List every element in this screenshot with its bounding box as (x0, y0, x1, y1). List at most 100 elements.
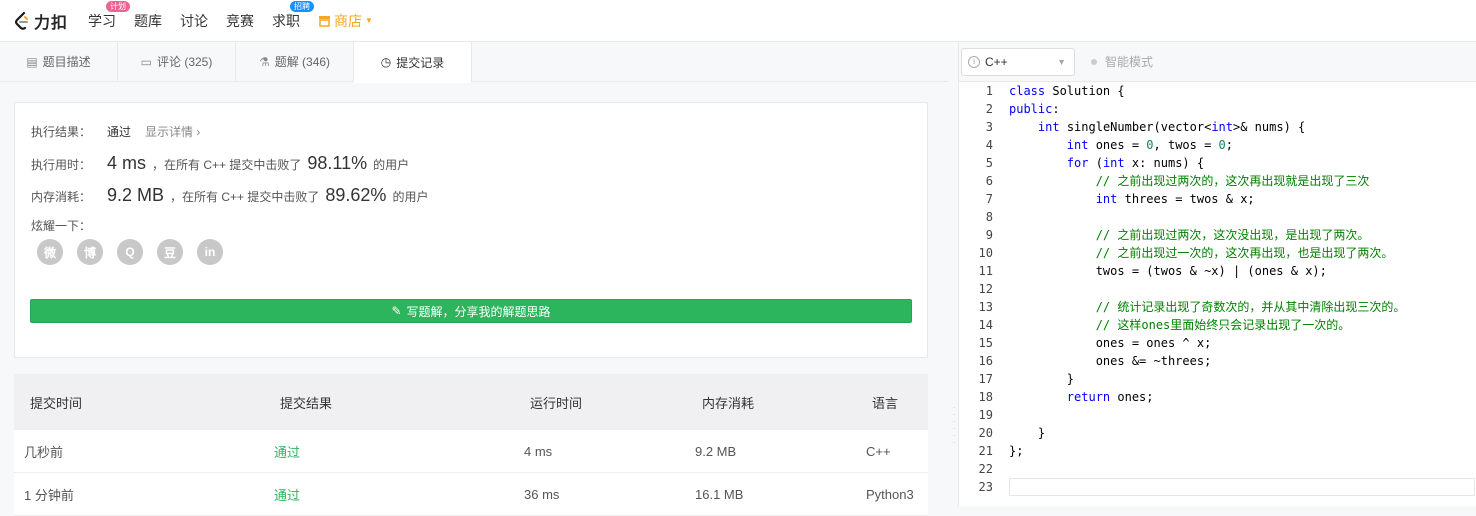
nav-learn-label: 学习 (88, 12, 117, 29)
code-line: 22 (978, 462, 993, 476)
status-row: 执行结果： 通过 显示详情 › (31, 123, 200, 140)
info-icon: i (968, 55, 980, 68)
problem-panel: ▤ 题目描述 ▭ 评论 (325) ⚗ 题解 (346) ◷ 提交记录 执行结果： 通过… (0, 42, 948, 516)
nav-contest[interactable]: 竞赛 (226, 11, 254, 31)
logo-text: 力扣 (34, 14, 69, 32)
code-line: 20 } (978, 426, 1046, 440)
pencil-icon: ✎ (391, 304, 402, 318)
memory-suffix: 的用户 (392, 190, 429, 204)
table-row[interactable]: 几秒前 通过 4 ms 9.2 MB C++ (14, 430, 928, 473)
cell-runtime: 36 ms (524, 486, 560, 502)
memory-value: 9.2 MB (107, 185, 165, 205)
write-solution-button[interactable]: ✎ 写题解，分享我的解题思路 (30, 299, 912, 323)
code-editor-panel: i C++ ▼ 智能模式 1 class Solution { 2 public: … (958, 42, 1476, 506)
cell-runtime: 4 ms (524, 443, 553, 459)
clock-icon: ◷ (380, 55, 392, 69)
nav-learn[interactable]: 学习 计划 (88, 0, 131, 31)
nav-discuss[interactable]: 讨论 (180, 11, 208, 31)
table-header: 提交时间 提交结果 运行时间 内存消耗 语言 (14, 374, 928, 430)
submissions-table: 提交时间 提交结果 运行时间 内存消耗 语言 几秒前 通过 4 ms 9.2 M… (14, 374, 928, 516)
code-line: 2 public: (985, 102, 1060, 116)
cell-result-link[interactable]: 通过 (274, 442, 300, 461)
linkedin-icon[interactable]: in (197, 239, 223, 265)
table-row[interactable]: 1 分钟前 通过 36 ms 16.1 MB Python3 (14, 473, 928, 516)
nav-problems[interactable]: 题库 (134, 11, 162, 31)
code-line: 13 // 统计记录出现了奇数次的，并从其中清除出现三次的。 (978, 300, 1406, 314)
code-line: 10 // 之前出现过一次的，这次再出现，也是出现了两次。 (978, 246, 1394, 260)
tab-solutions[interactable]: ⚗ 题解 (346) (236, 42, 354, 81)
share-row: 炫耀一下： (31, 217, 91, 234)
language-select[interactable]: i C++ ▼ (961, 47, 1075, 76)
panel-resize-handle[interactable]: · · · · · · (952, 404, 956, 448)
header-language: 语言 (872, 395, 899, 411)
douban-icon[interactable]: 豆 (157, 239, 183, 265)
smart-mode-label: 智能模式 (1105, 55, 1154, 69)
shop-icon (319, 15, 331, 27)
tab-description-label: 题目描述 (42, 55, 91, 69)
runtime-value: 4 ms (107, 153, 147, 173)
code-line: 1 class Solution { (985, 84, 1125, 98)
smart-mode-toggle[interactable]: 智能模式 (1091, 53, 1153, 70)
code-line: 19 (978, 408, 993, 422)
header-submit-result: 提交结果 (280, 395, 333, 411)
memory-percentile: 89.62% (325, 185, 387, 205)
nav-jobs[interactable]: 求职 招聘 (272, 0, 315, 31)
memory-row: 内存消耗： 9.2 MB ，在所有 C++ 提交中击败了 89.62% 的用户 (31, 185, 428, 206)
editor-toolbar: i C++ ▼ 智能模式 (959, 42, 1476, 82)
cell-language: Python3 (866, 486, 914, 502)
show-details-link[interactable]: 显示详情 › (145, 123, 200, 140)
comment-icon: ▭ (140, 54, 152, 69)
tab-comments[interactable]: ▭ 评论 (325) (118, 42, 236, 81)
status-value: 通过 (107, 125, 132, 139)
cell-language: C++ (866, 443, 891, 459)
logo[interactable]: 力扣 (14, 9, 68, 33)
share-label: 炫耀一下： (31, 219, 92, 233)
code-line: 7 int threes = twos & x; (985, 192, 1255, 206)
runtime-compare-text: ，在所有 C++ 提交中击败了 (152, 158, 302, 172)
qq-icon[interactable]: Q (117, 239, 143, 265)
tab-solutions-label: 题解 (346) (274, 55, 331, 69)
code-line: 5 for (int x: nums) { (985, 156, 1205, 170)
tab-submissions[interactable]: ◷ 提交记录 (354, 42, 472, 83)
top-navbar: 力扣 学习 计划 题库 讨论 竞赛 求职 招聘 商店 ▼ (0, 0, 1476, 42)
code-line: 9 // 之前出现过两次，这次没出现，是出现了两次。 (985, 228, 1370, 242)
code-area[interactable]: 1 class Solution { 2 public: 3 int singleN… (959, 82, 1476, 496)
nav-shop-label: 商店 (334, 12, 363, 29)
runtime-suffix: 的用户 (373, 158, 410, 172)
cell-memory: 16.1 MB (695, 486, 744, 502)
nav-contest-label: 竞赛 (226, 12, 255, 29)
code-line: 16 ones &= ~threes; (978, 354, 1212, 368)
tab-submissions-label: 提交记录 (396, 55, 445, 70)
runtime-row: 执行用时： 4 ms ，在所有 C++ 提交中击败了 98.11% 的用户 (31, 153, 409, 174)
header-submit-time: 提交时间 (30, 395, 83, 411)
share-icons: 微 博 Q 豆 in (37, 239, 237, 265)
code-line: 4 int ones = 0, twos = 0; (985, 138, 1234, 152)
tab-description[interactable]: ▤ 题目描述 (0, 42, 118, 81)
cell-memory: 9.2 MB (695, 443, 737, 459)
caret-down-icon: ▼ (365, 16, 373, 25)
code-line: 17 } (978, 372, 1075, 386)
nav-problems-label: 题库 (134, 12, 163, 29)
runtime-percentile: 98.11% (307, 153, 368, 173)
nav-discuss-label: 讨论 (180, 12, 209, 29)
nav-badge-plan: 计划 (106, 0, 131, 12)
cell-result-link[interactable]: 通过 (274, 485, 300, 504)
memory-label: 内存消耗： (31, 190, 92, 204)
code-line: 15 ones = ones ^ x; (978, 336, 1212, 350)
code-line: 6 // 之前出现过两次的，这次再出现就是出现了三次 (985, 174, 1370, 188)
weibo-icon[interactable]: 博 (77, 239, 103, 265)
nav-badge-hiring: 招聘 (290, 0, 315, 12)
wechat-icon[interactable]: 微 (37, 239, 63, 265)
nav-shop[interactable]: 商店 ▼ (318, 11, 373, 31)
runtime-label: 执行用时： (31, 158, 92, 172)
smart-mode-dot-icon (1091, 58, 1097, 65)
code-line: 12 (978, 282, 993, 296)
leetcode-logo-icon (14, 11, 28, 30)
cell-time: 1 分钟前 (24, 487, 74, 503)
code-line: 11 twos = (twos & ~x) | (ones & x); (978, 264, 1327, 278)
nav-jobs-label: 求职 (272, 12, 301, 29)
memory-compare-text: ，在所有 C++ 提交中击败了 (170, 190, 320, 204)
code-line: 21}; (978, 444, 1024, 458)
write-solution-label: 写题解，分享我的解题思路 (406, 304, 551, 319)
code-line: 3 int singleNumber(vector<int>& nums) { (985, 120, 1306, 134)
